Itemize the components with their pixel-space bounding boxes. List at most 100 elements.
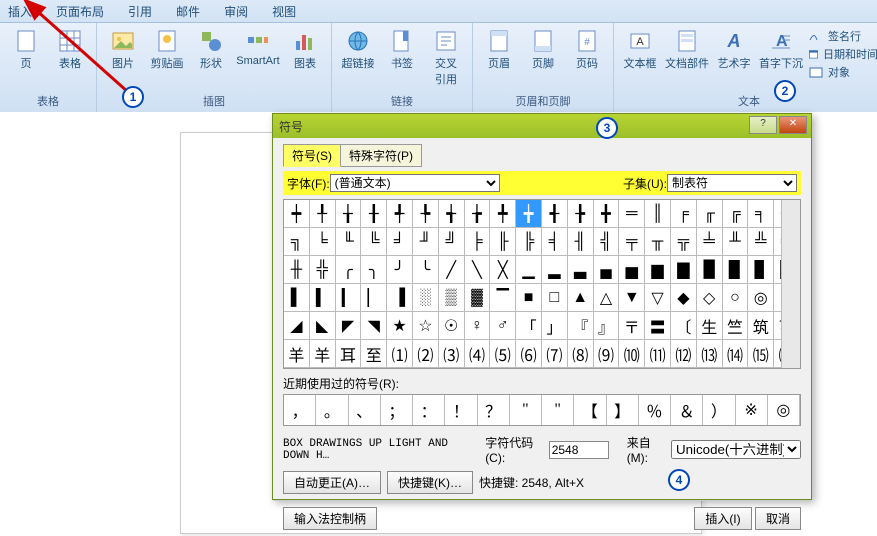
char-cell[interactable]: ▃ <box>568 256 594 284</box>
char-cell[interactable]: ╮ <box>361 256 387 284</box>
char-cell[interactable]: ▼ <box>619 284 645 312</box>
char-cell[interactable]: ▊ <box>748 256 774 284</box>
recent-cell[interactable]: ： <box>413 395 445 425</box>
char-cell[interactable]: █ <box>697 256 723 284</box>
char-cell[interactable]: ▂ <box>542 256 568 284</box>
subset-select[interactable]: 制表符 <box>667 174 797 192</box>
char-cell[interactable]: ╒ <box>671 200 697 228</box>
char-cell[interactable]: ⑺ <box>542 340 568 368</box>
char-cell[interactable]: ▇ <box>671 256 697 284</box>
char-cell[interactable]: ╋ <box>594 200 620 228</box>
char-cell[interactable]: 羊 <box>284 340 310 368</box>
btn-ime[interactable]: 输入法控制柄 <box>283 507 377 530</box>
btn-hyperlink[interactable]: 超链接 <box>338 27 378 71</box>
char-cell[interactable]: 耳 <box>336 340 362 368</box>
char-cell[interactable]: ╡ <box>542 228 568 256</box>
dialog-help-button[interactable]: ? <box>749 116 777 134</box>
char-cell[interactable]: ╟ <box>490 228 516 256</box>
char-cell[interactable]: ◆ <box>671 284 697 312</box>
font-select[interactable]: (普通文本) <box>330 174 500 192</box>
char-cell[interactable]: □ <box>542 284 568 312</box>
char-cell[interactable]: ╲ <box>465 256 491 284</box>
recent-cell[interactable]: ， <box>284 395 316 425</box>
char-cell[interactable]: ╢ <box>568 228 594 256</box>
btn-footer[interactable]: 页脚 <box>523 27 563 71</box>
char-cell[interactable]: ♀ <box>465 312 491 340</box>
char-cell[interactable]: ╂ <box>361 200 387 228</box>
char-cell[interactable]: ▐ <box>387 284 413 312</box>
char-cell[interactable]: ╊ <box>568 200 594 228</box>
char-cell[interactable]: △ <box>594 284 620 312</box>
btn-shortcutkey[interactable]: 快捷键(K)… <box>387 471 473 494</box>
char-cell[interactable]: ╤ <box>619 228 645 256</box>
char-cell[interactable]: ⑷ <box>465 340 491 368</box>
char-grid[interactable]: ┿╀╁╂╃╄╅╆╇╈╉╊╋═║╒╓╔╕╖╗╘╙╚╛╜╝╞╟╠╡╢╣╤╥╦╧╨╩╪… <box>284 200 800 368</box>
recent-cell[interactable]: 【 <box>574 395 606 425</box>
char-cell[interactable]: ■ <box>516 284 542 312</box>
char-cell[interactable]: ╘ <box>310 228 336 256</box>
btn-cancel[interactable]: 取消 <box>755 507 801 530</box>
char-cell[interactable]: ╃ <box>387 200 413 228</box>
char-cell[interactable]: ◇ <box>697 284 723 312</box>
btn-wordart[interactable]: A艺术字 <box>714 27 754 71</box>
recent-cell[interactable]: 】 <box>607 395 639 425</box>
char-cell[interactable]: ☆ <box>413 312 439 340</box>
tab-special[interactable]: 特殊字符(P) <box>340 144 422 167</box>
char-cell[interactable]: ╇ <box>490 200 516 228</box>
recent-cell[interactable]: " <box>542 395 574 425</box>
char-cell[interactable]: ╄ <box>413 200 439 228</box>
char-cell[interactable]: ⑵ <box>413 340 439 368</box>
char-cell[interactable]: ☉ <box>439 312 465 340</box>
btn-crossref[interactable]: 交叉 引用 <box>426 27 466 87</box>
char-cell[interactable]: 筑 <box>748 312 774 340</box>
char-cell[interactable]: 〒 <box>619 312 645 340</box>
char-cell[interactable]: ◢ <box>284 312 310 340</box>
code-input[interactable] <box>549 441 609 459</box>
tab-pagelayout[interactable]: 页面布局 <box>56 3 104 20</box>
btn-chart[interactable]: 图表 <box>285 27 325 71</box>
char-cell[interactable]: ╚ <box>361 228 387 256</box>
char-cell[interactable]: ╣ <box>594 228 620 256</box>
btn-bookmark[interactable]: 书签 <box>382 27 422 71</box>
char-cell[interactable]: ╝ <box>439 228 465 256</box>
btn-shapes[interactable]: 形状 <box>191 27 231 71</box>
char-cell[interactable]: ◥ <box>361 312 387 340</box>
char-cell[interactable]: ★ <box>387 312 413 340</box>
btn-insert[interactable]: 插入(I) <box>694 507 751 530</box>
char-cell[interactable]: ⑼ <box>594 340 620 368</box>
char-cell[interactable]: ▌ <box>284 284 310 312</box>
tab-symbols[interactable]: 符号(S) <box>283 144 341 167</box>
dialog-close-button[interactable]: ✕ <box>779 116 807 134</box>
char-cell[interactable]: ╳ <box>490 256 516 284</box>
char-cell[interactable]: ♂ <box>490 312 516 340</box>
char-cell[interactable]: ▲ <box>568 284 594 312</box>
char-cell[interactable]: 』 <box>594 312 620 340</box>
recent-cell[interactable]: ？ <box>478 395 510 425</box>
char-cell[interactable]: ▍ <box>310 284 336 312</box>
char-cell[interactable]: ⑽ <box>619 340 645 368</box>
tab-review[interactable]: 审阅 <box>224 3 248 20</box>
char-cell[interactable]: 〓 <box>645 312 671 340</box>
char-cell[interactable]: ╆ <box>465 200 491 228</box>
char-cell[interactable]: ▅ <box>619 256 645 284</box>
dialog-titlebar[interactable]: 符号 ? ✕ <box>273 114 811 138</box>
char-cell[interactable]: ▔ <box>490 284 516 312</box>
char-cell[interactable]: ╨ <box>723 228 749 256</box>
char-cell[interactable]: 竺 <box>723 312 749 340</box>
btn-clipart[interactable]: 剪贴画 <box>147 27 187 71</box>
char-cell[interactable]: ◣ <box>310 312 336 340</box>
char-cell[interactable]: ╠ <box>516 228 542 256</box>
recent-cell[interactable]: ！ <box>445 395 477 425</box>
char-cell[interactable]: ▓ <box>465 284 491 312</box>
recent-grid[interactable]: ，。、；：！？""【】％＆）※◎ <box>283 394 801 426</box>
char-cell[interactable]: ╔ <box>723 200 749 228</box>
scrollbar[interactable] <box>781 200 800 368</box>
char-cell[interactable]: ░ <box>413 284 439 312</box>
char-cell[interactable]: ╫ <box>284 256 310 284</box>
char-cell[interactable]: ╥ <box>645 228 671 256</box>
char-cell[interactable]: ╱ <box>439 256 465 284</box>
char-cell[interactable]: ╓ <box>697 200 723 228</box>
tab-mailings[interactable]: 邮件 <box>176 3 200 20</box>
char-cell[interactable]: 〔 <box>671 312 697 340</box>
char-cell[interactable]: ╕ <box>748 200 774 228</box>
